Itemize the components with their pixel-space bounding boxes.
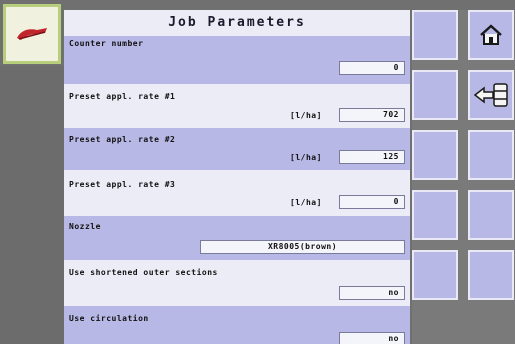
- softkey-3-1[interactable]: [412, 130, 458, 180]
- nozzle-row: Nozzle XR8005(brown): [64, 216, 410, 260]
- sprayer-logo-icon: [17, 28, 47, 40]
- page-title: Job Parameters: [64, 10, 410, 36]
- home-button[interactable]: [468, 10, 514, 60]
- counter-number-value[interactable]: 0: [339, 61, 405, 75]
- preset-rate-1-value[interactable]: 702: [339, 108, 405, 122]
- softkey-5-1[interactable]: [412, 250, 458, 300]
- circulation-row: Use circulation no: [64, 306, 410, 344]
- preset-rate-1-row: Preset appl. rate #1 [l/ha] 702: [64, 84, 410, 128]
- sprayer-logo-tile[interactable]: [3, 4, 61, 64]
- preset-rate-2-row: Preset appl. rate #2 [l/ha] 125: [64, 128, 410, 170]
- back-arrow-icon: [473, 83, 508, 107]
- shortened-outer-sections-value[interactable]: no: [339, 286, 405, 300]
- softkey-4-1[interactable]: [412, 190, 458, 240]
- preset-rate-3-label: Preset appl. rate #3: [69, 180, 176, 189]
- preset-rate-3-unit: [l/ha]: [290, 198, 322, 207]
- softkey-3-2[interactable]: [468, 130, 514, 180]
- shortened-outer-sections-label: Use shortened outer sections: [69, 268, 218, 277]
- softkey-2-1[interactable]: [412, 70, 458, 120]
- preset-rate-1-unit: [l/ha]: [290, 111, 322, 120]
- back-button[interactable]: [468, 70, 514, 120]
- left-side-strip: [0, 66, 64, 344]
- shortened-outer-sections-row: Use shortened outer sections no: [64, 260, 410, 306]
- preset-rate-3-value[interactable]: 0: [339, 195, 405, 209]
- counter-number-value-row: 0: [64, 58, 410, 84]
- preset-rate-2-label: Preset appl. rate #2: [69, 135, 176, 144]
- preset-rate-1-label: Preset appl. rate #1: [69, 92, 176, 101]
- preset-rate-2-unit: [l/ha]: [290, 153, 322, 162]
- softkey-grid: [412, 10, 515, 344]
- home-icon: [480, 24, 502, 45]
- counter-number-label: Counter number: [69, 39, 144, 48]
- preset-rate-2-value[interactable]: 125: [339, 150, 405, 164]
- softkey-1-1[interactable]: [412, 10, 458, 60]
- counter-number-label-row: Counter number: [64, 36, 410, 58]
- nozzle-value[interactable]: XR8005(brown): [200, 240, 405, 254]
- circulation-value[interactable]: no: [339, 332, 405, 344]
- softkey-5-2[interactable]: [468, 250, 514, 300]
- screen-frame: Job Parameters Counter number 0 Preset a…: [0, 0, 515, 344]
- nozzle-label: Nozzle: [69, 222, 101, 231]
- job-parameters-panel: Job Parameters Counter number 0 Preset a…: [64, 10, 410, 344]
- circulation-label: Use circulation: [69, 314, 149, 323]
- softkey-4-2[interactable]: [468, 190, 514, 240]
- preset-rate-3-row: Preset appl. rate #3 [l/ha] 0: [64, 170, 410, 216]
